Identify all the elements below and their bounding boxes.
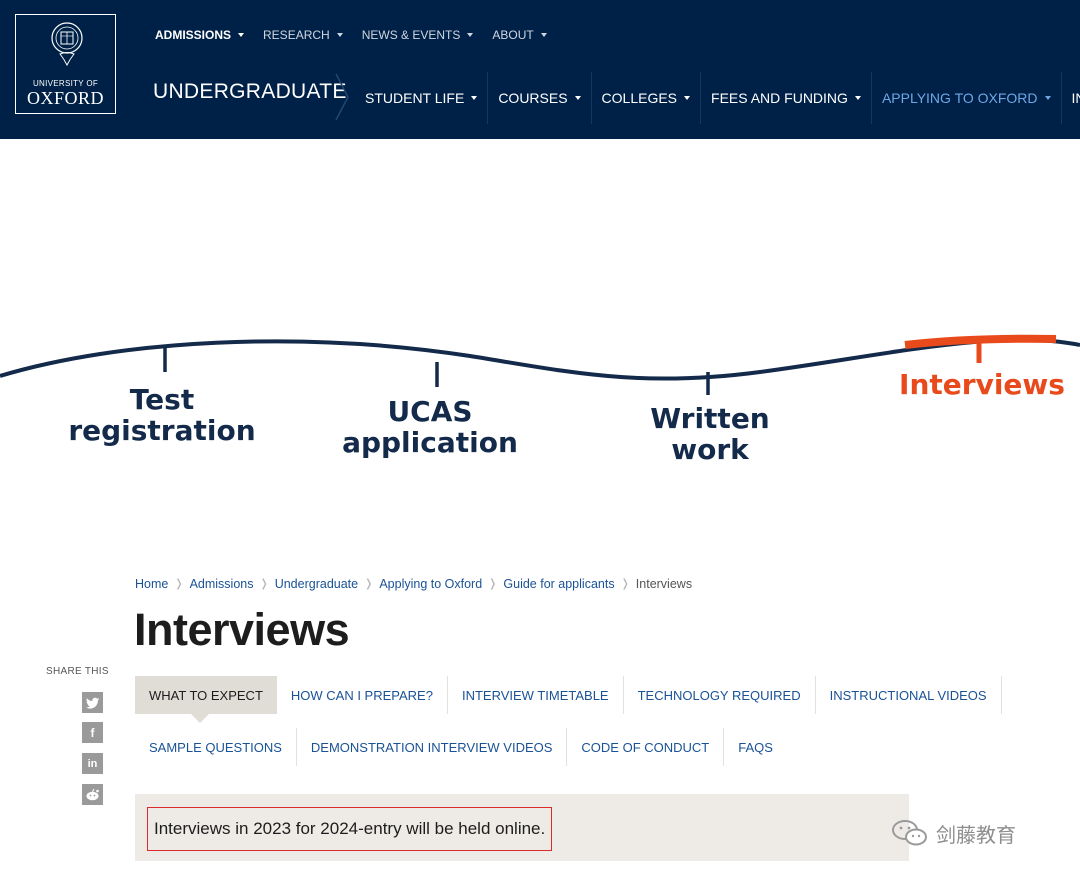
top-nav-label: ABOUT: [492, 28, 534, 42]
top-nav-news-events[interactable]: NEWS & EVENTS: [362, 27, 474, 43]
breadcrumb-current: Interviews: [635, 577, 693, 591]
facebook-glyph: f: [90, 725, 95, 740]
top-nav-label: RESEARCH: [263, 28, 330, 42]
wechat-icon: [892, 820, 927, 846]
breadcrumb-applying-to-oxford[interactable]: Applying to Oxford: [379, 577, 482, 591]
reddit-icon[interactable]: [82, 784, 103, 805]
tab-instructional-videos[interactable]: INSTRUCTIONAL VIDEOS: [816, 676, 1002, 714]
caret-down-icon: [471, 96, 478, 100]
logo-university-of: UNIVERSITY OF: [32, 79, 99, 88]
caret-down-icon: [467, 33, 474, 37]
share-label: SHARE THIS: [46, 666, 109, 677]
top-nav-label: NEWS & EVENTS: [361, 28, 461, 42]
linkedin-glyph: in: [87, 757, 98, 770]
main-nav-label: COURSES: [498, 90, 568, 106]
breadcrumb-guide-for-applicants[interactable]: Guide for applicants: [503, 577, 614, 591]
tabs-row-1: WHAT TO EXPECT HOW CAN I PREPARE? INTERV…: [135, 676, 1002, 723]
caret-down-icon: [574, 96, 581, 100]
tab-how-can-i-prepare[interactable]: HOW CAN I PREPARE?: [277, 676, 448, 714]
caret-down-icon: [854, 96, 861, 100]
main-nav-label: COLLEGES: [601, 90, 678, 106]
breadcrumb-separator-icon: ❭: [174, 578, 184, 590]
top-nav-research[interactable]: RESEARCH: [263, 27, 343, 43]
page-title: Interviews: [134, 604, 350, 655]
breadcrumb: Home ❭ Admissions ❭ Undergraduate ❭ Applyin…: [135, 577, 692, 591]
tab-sample-questions[interactable]: SAMPLE QUESTIONS: [135, 728, 297, 766]
watermark: 剑藤教育: [890, 818, 1016, 848]
top-nav: ADMISSIONS RESEARCH NEWS & EVENTS ABOUT: [155, 27, 566, 43]
main-nav-applying-to-oxford[interactable]: APPLYING TO OXFORD: [870, 72, 1061, 124]
logo-oxford: OXFORD: [26, 88, 104, 108]
stage-test-registration-line1: Test: [130, 383, 194, 416]
main-nav-label: STUDENT LIFE: [365, 90, 465, 106]
main-nav-courses[interactable]: COURSES: [487, 72, 590, 124]
chevron-right-icon: [335, 73, 349, 121]
top-nav-about[interactable]: ABOUT: [492, 27, 547, 43]
breadcrumb-home[interactable]: Home: [135, 577, 168, 591]
main-nav-student-life[interactable]: STUDENT LIFE: [355, 72, 487, 124]
stage-written-work-line1: Written: [650, 402, 770, 435]
breadcrumb-undergraduate[interactable]: Undergraduate: [275, 577, 358, 591]
stage-ucas-application-line2: application: [342, 426, 518, 459]
oxford-logo[interactable]: UNIVERSITY OF OXFORD: [15, 14, 116, 114]
caret-down-icon: [684, 96, 691, 100]
breadcrumb-separator-icon: ❭: [488, 578, 498, 590]
tab-interview-timetable[interactable]: INTERVIEW TIMETABLE: [448, 676, 624, 714]
top-nav-admissions[interactable]: ADMISSIONS: [155, 27, 245, 43]
tab-code-of-conduct[interactable]: CODE OF CONDUCT: [567, 728, 725, 766]
crest-icon: [51, 22, 83, 67]
tab-faqs[interactable]: FAQS: [724, 728, 787, 766]
twitter-icon[interactable]: [82, 692, 103, 713]
main-nav-increasing-access[interactable]: INCREA: [1060, 72, 1080, 124]
main-nav-label: APPLYING TO OXFORD: [881, 90, 1038, 106]
caret-down-icon: [540, 33, 547, 37]
main-nav-fees-and-funding[interactable]: FEES AND FUNDING: [700, 72, 871, 124]
application-journey-graphic: Test registration UCAS application Writt…: [0, 334, 1080, 466]
tab-what-to-expect[interactable]: WHAT TO EXPECT: [135, 676, 277, 723]
stage-test-registration-line2: registration: [68, 414, 255, 447]
tabs-row-2: SAMPLE QUESTIONS DEMONSTRATION INTERVIEW…: [135, 728, 787, 766]
section-title[interactable]: UNDERGRADUATE: [153, 80, 347, 104]
main-nav-colleges[interactable]: COLLEGES: [590, 72, 700, 124]
main-nav-label: INCREA: [1071, 90, 1080, 106]
breadcrumb-separator-icon: ❭: [620, 578, 630, 590]
breadcrumb-admissions[interactable]: Admissions: [190, 577, 254, 591]
stage-written-work-line2: work: [671, 433, 750, 466]
breadcrumb-separator-icon: ❭: [364, 578, 374, 590]
main-nav: STUDENT LIFE COURSES COLLEGES FEES AND F…: [355, 72, 1080, 124]
linkedin-icon[interactable]: in: [82, 753, 103, 774]
tab-technology-required[interactable]: TECHNOLOGY REQUIRED: [624, 676, 816, 714]
top-nav-label: ADMISSIONS: [155, 28, 232, 42]
online-interviews-notice: Interviews in 2023 for 2024-entry will b…: [147, 807, 553, 851]
caret-down-icon: [1044, 96, 1051, 100]
tab-demonstration-interview-videos[interactable]: DEMONSTRATION INTERVIEW VIDEOS: [297, 728, 568, 766]
caret-down-icon: [238, 33, 245, 37]
stage-interviews: Interviews: [899, 368, 1065, 401]
breadcrumb-separator-icon: ❭: [259, 578, 269, 590]
facebook-icon[interactable]: f: [82, 722, 103, 743]
watermark-text: 剑藤教育: [936, 822, 1016, 847]
site-header: UNIVERSITY OF OXFORD ADMISSIONS RESEARCH…: [0, 0, 1080, 139]
caret-down-icon: [336, 33, 343, 37]
main-nav-label: FEES AND FUNDING: [711, 90, 848, 106]
stage-ucas-application-line1: UCAS: [387, 395, 472, 428]
